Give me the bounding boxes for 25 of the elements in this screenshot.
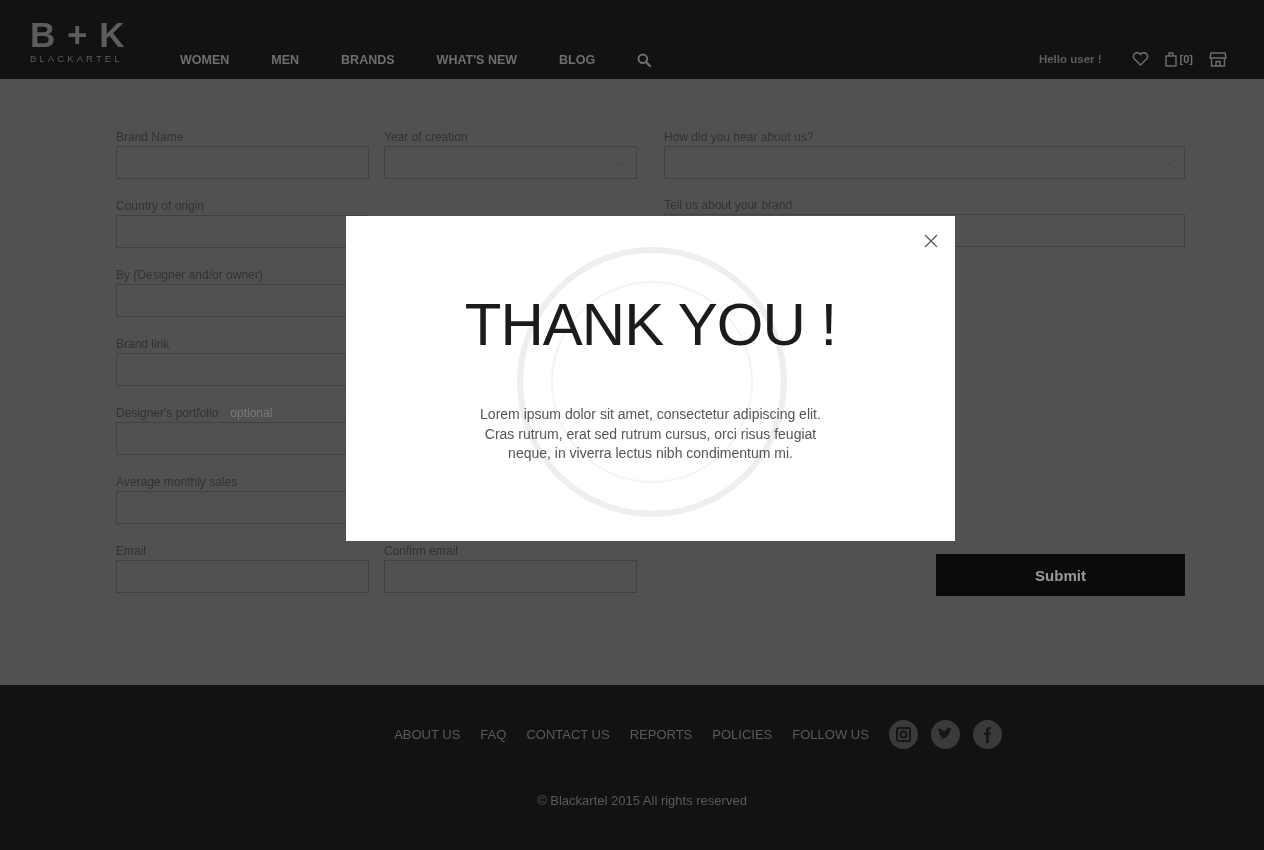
copyright-text: © Blackartel 2015 All rights reserved	[537, 793, 747, 808]
nav-link[interactable]: WHAT'S NEW	[436, 53, 518, 67]
nav-link[interactable]: WOMEN	[180, 53, 230, 67]
close-icon[interactable]	[924, 234, 938, 248]
heart-icon[interactable]	[1131, 52, 1149, 66]
logo-name[interactable]: BLACKARTEL	[30, 53, 123, 64]
footer-link[interactable]: FAQ	[480, 727, 507, 742]
footer-link[interactable]: POLICIES	[712, 727, 773, 742]
nav-link[interactable]: MEN	[271, 53, 300, 67]
shopping-bag-icon[interactable]	[1164, 51, 1177, 67]
logo-mark[interactable]: B + K	[30, 19, 126, 51]
submit-button[interactable]: Submit	[936, 554, 1185, 596]
footer-link[interactable]: REPORTS	[629, 727, 693, 742]
search-icon[interactable]	[637, 53, 652, 67]
dialog-message: Lorem ipsum dolor sit amet, consectetur adipiscing elit. Cras rutrum, erat sed rutrum cursus, orci risus feugiat neque, in viverra lectus nibh condimentum mi.	[479, 405, 822, 463]
footer-link[interactable]: CONTACT US	[526, 727, 610, 742]
footer-link[interactable]: ABOUT US	[394, 727, 461, 742]
nav-link[interactable]: BLOG	[559, 53, 596, 67]
cart-count[interactable]: [0]	[1179, 53, 1193, 65]
nav-link[interactable]: BRANDS	[341, 53, 395, 67]
dialog-title: THANK YOU !	[464, 290, 837, 360]
input-field[interactable]	[116, 215, 369, 248]
user-greeting[interactable]: Hello user !	[1038, 53, 1102, 65]
store-icon[interactable]	[1209, 51, 1227, 67]
footer-link[interactable]: FOLLOW US	[792, 727, 869, 742]
